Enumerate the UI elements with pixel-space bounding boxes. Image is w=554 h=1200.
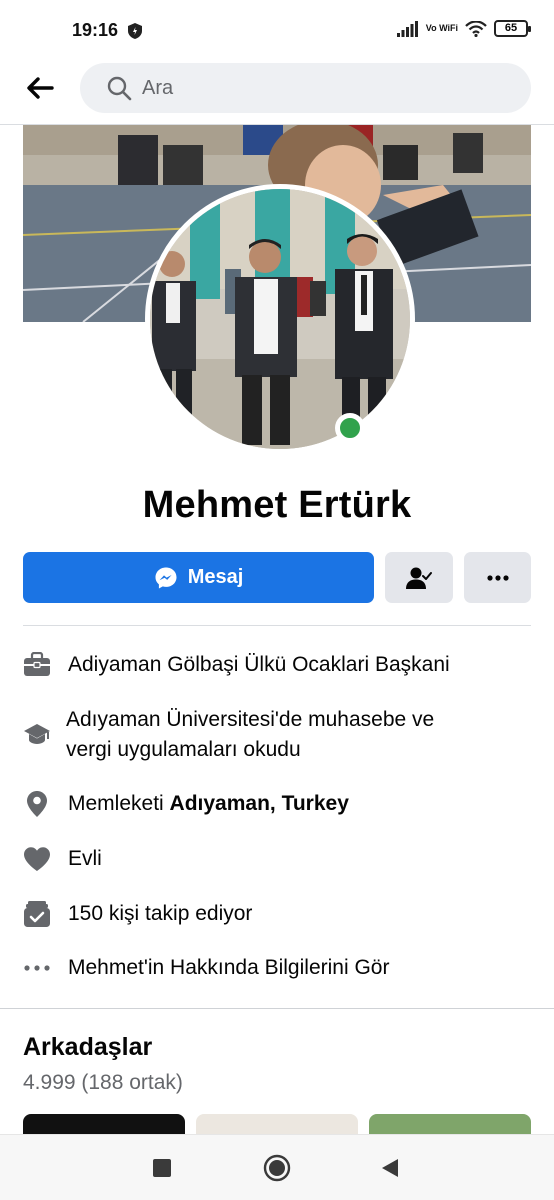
friends-check-icon [406,567,432,589]
status-bar: 19:16 Vo WiFi 65 [0,0,554,62]
detail-education-line1: Adıyaman Üniversitesi'de muhasebe ve [66,708,435,731]
friends-count: 4.999 (188 ortak) [23,1071,183,1094]
hometown-link[interactable]: Adıyaman, Turkey [170,792,349,815]
signal-icon [396,20,418,37]
friend-thumbnail[interactable] [23,1114,185,1136]
recent-apps-button[interactable] [147,1153,177,1183]
detail-following: 150 kişi takip ediyor [22,899,252,929]
circle-home-icon [263,1154,291,1182]
detail-hometown: Memleketi Adıyaman, Turkey [22,789,349,819]
detail-hometown-prefix: Memleketi [68,792,170,815]
see-about-info-link[interactable]: Mehmet'in Hakkında Bilgilerini Gör [22,953,389,983]
square-icon [153,1159,171,1177]
briefcase-icon [22,650,52,680]
detail-education-line2: vergi uygulamaları okudu [66,738,301,761]
messenger-icon [155,567,177,588]
ellipsis-icon [22,953,52,983]
system-navigation-bar [0,1134,554,1200]
ellipsis-icon [486,574,509,581]
home-button[interactable] [262,1153,292,1183]
search-icon [107,76,132,101]
friend-status-button[interactable] [385,552,453,603]
battery-indicator: 65 [494,20,531,37]
back-button[interactable] [20,68,60,108]
section-divider [23,625,531,626]
shield-icon [128,23,142,39]
status-indicators: Vo WiFi 65 [396,20,531,37]
friend-thumbnail[interactable] [196,1114,358,1136]
detail-hometown-text: Memleketi Adıyaman, Turkey [68,789,349,819]
more-options-button[interactable] [464,552,531,603]
detail-relationship: Evli [22,844,102,874]
status-time: 19:16 [72,20,119,40]
follow-check-icon [22,899,52,929]
friends-section-title: Arkadaşlar [23,1033,153,1061]
arrow-left-icon [27,77,54,99]
message-button[interactable]: Mesaj [23,552,374,603]
detail-work: Adiyaman Gölbaşi Ülkü Ocaklari Başkani [22,650,450,680]
detail-education-text: Adıyaman Üniversitesi'de muhasebe ve ver… [66,705,434,765]
graduation-cap-icon [22,719,52,749]
search-input[interactable] [142,76,502,100]
detail-following-text: 150 kişi takip ediyor [68,902,253,925]
profile-name: Mehmet Ertürk [142,484,412,526]
search-bar[interactable] [80,63,531,113]
profile-picture-image [150,189,410,449]
see-about-info-text: Mehmet'in Hakkında Bilgilerini Gör [68,956,390,979]
online-status-indicator [335,413,365,443]
heart-icon [22,844,52,874]
detail-work-text: Adiyaman Gölbaşi Ülkü Ocaklari Başkani [68,653,450,676]
wifi-icon [465,20,487,37]
friend-thumbnail[interactable] [369,1114,531,1136]
message-button-label: Mesaj [187,566,244,588]
back-nav-button[interactable] [375,1153,405,1183]
detail-relationship-text: Evli [68,847,102,870]
location-pin-icon [22,789,52,819]
vowifi-label: Vo WiFi [425,23,458,33]
section-divider [0,1008,554,1009]
detail-education: Adıyaman Üniversitesi'de muhasebe ve ver… [22,705,434,765]
profile-picture[interactable] [145,184,415,454]
triangle-back-icon [382,1159,398,1177]
